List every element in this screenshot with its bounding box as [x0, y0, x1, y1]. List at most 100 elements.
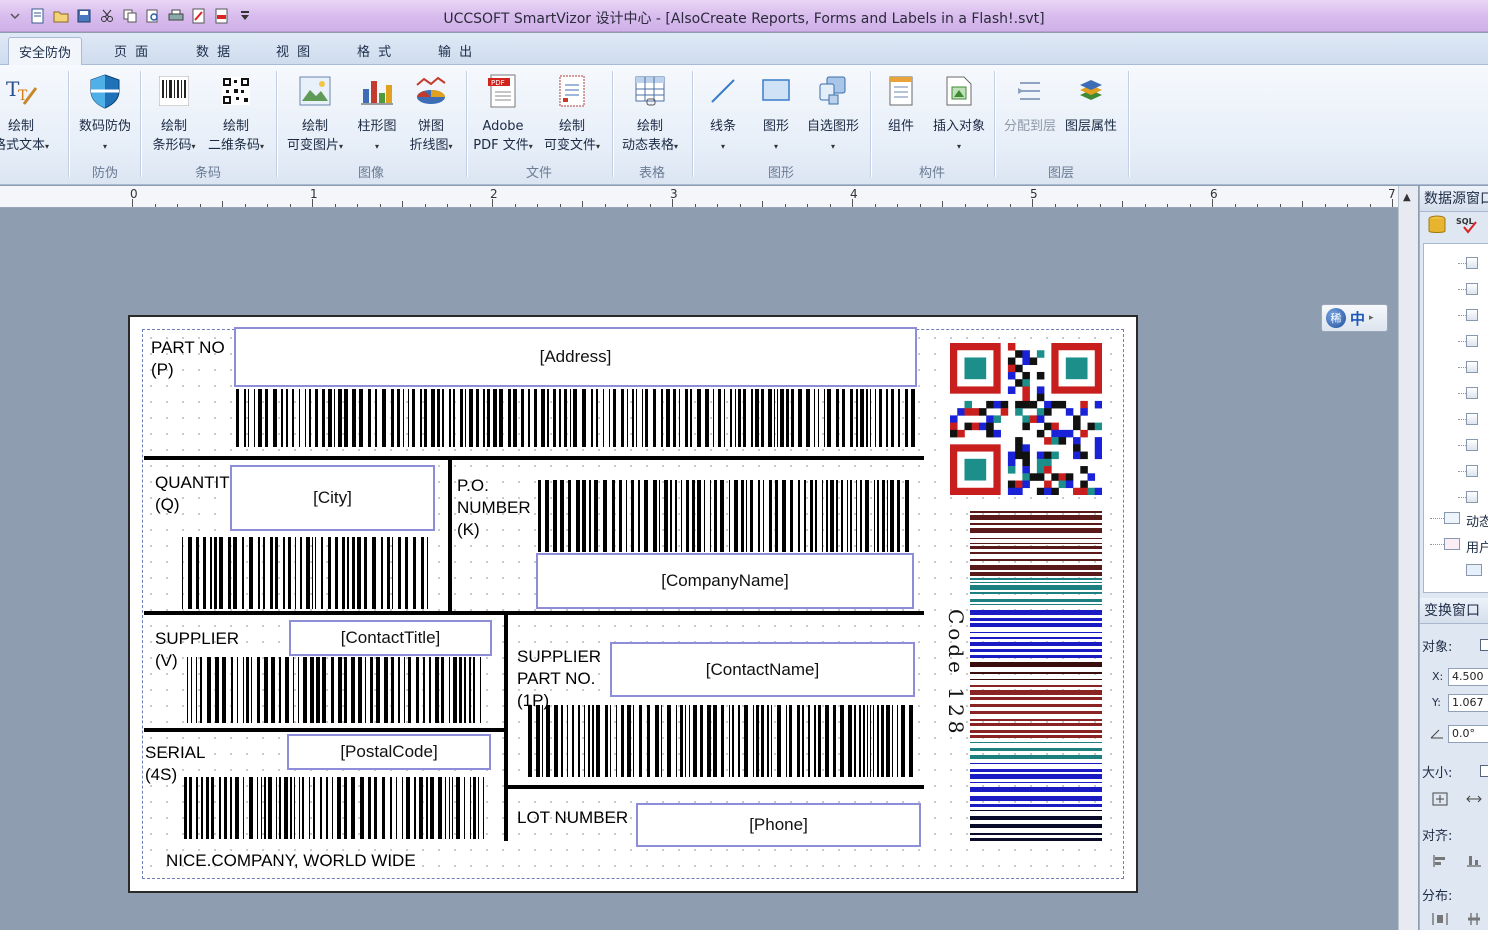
- y-position-input[interactable]: 1.067: [1448, 694, 1488, 712]
- window-title: UCCSOFT SmartVizor 设计中心 - [AlsoCreate Re…: [443, 11, 1045, 27]
- supplier-part-barcode[interactable]: [526, 705, 918, 777]
- draw-barcode-button[interactable]: 绘制 条形码▾: [143, 71, 205, 156]
- distribute-label: 分布:: [1422, 889, 1453, 904]
- company-footer-text: NICE.COMPANY, WORLD WIDE: [166, 851, 416, 870]
- tab-output[interactable]: 输 出: [438, 41, 474, 60]
- table-icon: [634, 75, 666, 113]
- divider-line: [508, 785, 924, 789]
- bar-chart-button[interactable]: 柱形图 ▾: [346, 71, 408, 156]
- align-left-icon[interactable]: [1432, 854, 1448, 872]
- assign-layer-icon: [1015, 77, 1045, 111]
- datasource-panel-title: 数据源窗口: [1420, 186, 1488, 212]
- x-position-input[interactable]: 4.500: [1448, 668, 1488, 686]
- size-checkbox[interactable]: [1480, 765, 1488, 777]
- size-proportional-icon[interactable]: [1432, 792, 1448, 810]
- size-label: 大小:: [1422, 766, 1453, 781]
- tree-field-node-icon[interactable]: [1466, 309, 1478, 321]
- quantity-barcode[interactable]: [180, 537, 432, 609]
- divider-line: [144, 728, 504, 732]
- po-number-barcode[interactable]: [536, 480, 914, 552]
- tree-field-node-icon[interactable]: [1466, 439, 1478, 451]
- pie-line-chart-button[interactable]: 饼图 折线图▾: [400, 71, 462, 156]
- tree-field-node-icon[interactable]: [1466, 491, 1478, 503]
- tree-item-user[interactable]: 用户: [1466, 537, 1488, 556]
- database-icon[interactable]: [1428, 215, 1446, 239]
- align-bottom-icon[interactable]: [1466, 854, 1482, 872]
- tree-field-node-icon[interactable]: [1466, 413, 1478, 425]
- component-icon: [888, 75, 914, 113]
- tree-field-node-icon[interactable]: [1466, 283, 1478, 295]
- qr-code[interactable]: [950, 343, 1102, 495]
- tab-data[interactable]: 数 据: [196, 41, 232, 60]
- city-field[interactable]: [City]: [230, 465, 435, 531]
- shape-button[interactable]: 图形 ▾: [745, 71, 807, 156]
- tree-field-node-icon[interactable]: [1466, 257, 1478, 269]
- address-field[interactable]: [Address]: [234, 327, 917, 387]
- ime-logo-icon[interactable]: 稀: [1326, 308, 1346, 328]
- scroll-up-icon[interactable]: ▲: [1403, 192, 1411, 203]
- assign-to-layer-button[interactable]: 分配到层: [999, 71, 1061, 136]
- part-no-barcode[interactable]: [234, 389, 917, 447]
- label-document[interactable]: PART NO (P) [Address] QUANTITY (Q) [City…: [128, 315, 1138, 893]
- supplier-part-no-label: SUPPLIER PART NO. (1P): [517, 647, 602, 710]
- group-component: 构件: [918, 166, 945, 181]
- tab-format[interactable]: 格 式: [357, 41, 393, 60]
- tree-item-dynamic[interactable]: 动态: [1466, 511, 1488, 530]
- draw-variable-image-button[interactable]: 绘制 可变图片▾: [284, 71, 346, 156]
- group-layer: 图层: [1047, 166, 1074, 181]
- part-no-label: PART NO (P): [151, 338, 225, 379]
- tree-child-node-icon[interactable]: [1466, 564, 1482, 576]
- ime-expand-icon[interactable]: ▸: [1369, 313, 1374, 323]
- insert-object-button[interactable]: 插入对象 ▾: [924, 71, 994, 156]
- adobe-pdf-button[interactable]: PDF Adobe PDF 文件▾: [472, 71, 534, 156]
- object-label: 对象:: [1422, 640, 1453, 655]
- group-barcode: 条码: [194, 166, 221, 181]
- layer-properties-button[interactable]: 图层属性: [1060, 71, 1122, 136]
- group-table: 表格: [638, 166, 665, 181]
- align-label: 对齐:: [1422, 829, 1453, 844]
- divider-line: [144, 611, 924, 615]
- ime-mode-indicator[interactable]: 中: [1350, 308, 1365, 329]
- phone-field[interactable]: [Phone]: [636, 803, 921, 847]
- datasource-tree[interactable]: 动态 用户: [1423, 243, 1488, 593]
- vertical-scrollbar[interactable]: ▲: [1398, 186, 1418, 930]
- qrcode-icon: [222, 77, 250, 111]
- layer-properties-icon: [1076, 77, 1106, 111]
- draw-qrcode-button[interactable]: 绘制 二维条码▾: [205, 71, 267, 156]
- tree-field-node-icon[interactable]: [1466, 361, 1478, 373]
- draw-dynamic-table-button[interactable]: 绘制 动态表格▾: [619, 71, 681, 156]
- rich-text-icon: TT: [4, 74, 38, 114]
- tree-collapse-icon[interactable]: [1444, 538, 1460, 550]
- quantity-label: QUANTITY (Q): [155, 473, 241, 514]
- ribbon: TT 绘制 格式文本▾ 数码防伪 ▾ 防伪 绘制 条形码▾ 绘制 二维条码▾ 条…: [0, 65, 1488, 185]
- group-image: 图像: [357, 166, 384, 181]
- serial-barcode[interactable]: [182, 777, 492, 839]
- tab-security[interactable]: 安全防伪: [8, 37, 83, 65]
- size-width-icon[interactable]: [1466, 792, 1482, 810]
- code128-colored-barcode[interactable]: [970, 511, 1102, 841]
- supplier-barcode[interactable]: [185, 657, 490, 723]
- tree-expand-icon[interactable]: [1444, 512, 1460, 524]
- contact-title-field[interactable]: [ContactTitle]: [289, 620, 492, 656]
- postal-code-field[interactable]: [PostalCode]: [287, 734, 491, 770]
- custom-shape-button[interactable]: 自选图形 ▾: [802, 71, 864, 156]
- contact-name-field[interactable]: [ContactName]: [610, 642, 915, 697]
- tree-field-node-icon[interactable]: [1466, 335, 1478, 347]
- tree-field-node-icon[interactable]: [1466, 465, 1478, 477]
- tab-view[interactable]: 视 图: [276, 41, 312, 60]
- digital-anti-counterfeit-button[interactable]: 数码防伪 ▾: [74, 71, 136, 156]
- svg-text:PDF: PDF: [491, 79, 505, 87]
- distribute-horizontal-icon[interactable]: [1432, 912, 1448, 930]
- insert-object-icon: [944, 75, 974, 113]
- draw-variable-file-button[interactable]: 绘制 可变文件▾: [538, 71, 606, 156]
- tab-page[interactable]: 页 面: [114, 41, 150, 60]
- ime-toolbar[interactable]: 稀 中 ▸: [1321, 304, 1388, 332]
- object-checkbox[interactable]: [1480, 639, 1488, 651]
- distribute-vertical-icon[interactable]: [1466, 912, 1482, 930]
- sql-icon[interactable]: SQL: [1454, 215, 1480, 239]
- draw-rich-text-button[interactable]: TT 绘制 格式文本▾: [0, 71, 52, 156]
- company-name-field[interactable]: [CompanyName]: [536, 553, 914, 609]
- angle-input[interactable]: 0.0°: [1448, 725, 1488, 743]
- tree-field-node-icon[interactable]: [1466, 387, 1478, 399]
- component-button[interactable]: 组件: [870, 71, 932, 136]
